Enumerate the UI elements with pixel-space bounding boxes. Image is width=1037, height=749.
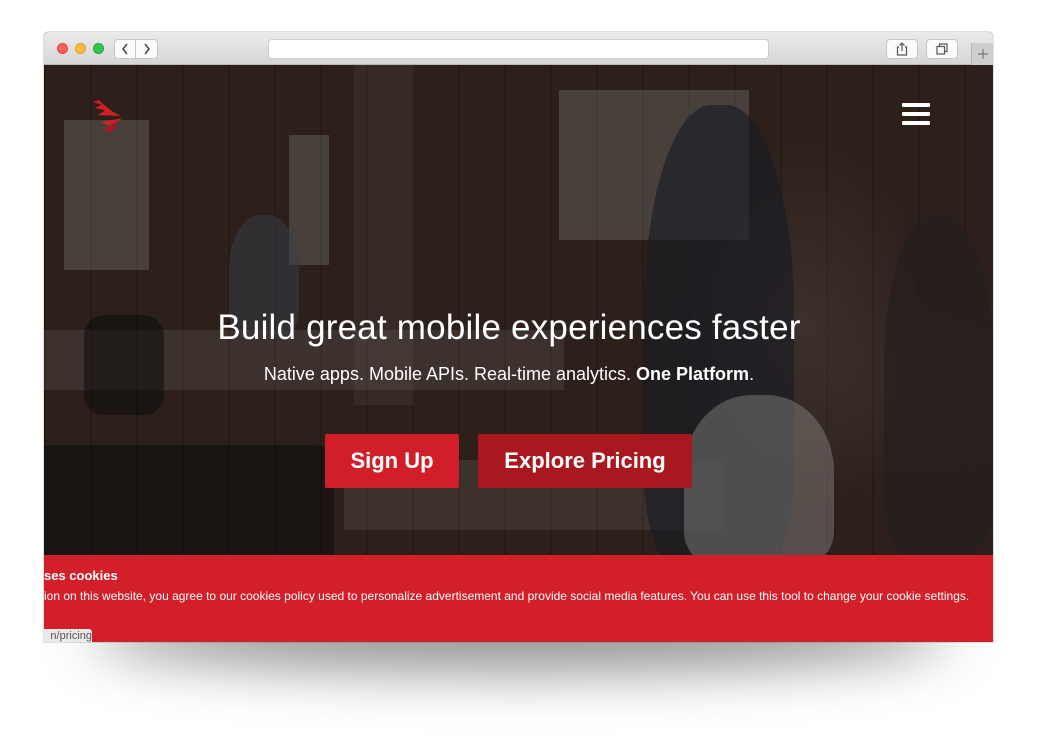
page-viewport: Build great mobile experiences faster Na… <box>44 65 993 642</box>
explore-pricing-button[interactable]: Explore Pricing <box>478 434 692 488</box>
hamburger-menu-icon <box>902 103 930 107</box>
close-window-button[interactable] <box>57 43 68 54</box>
cookie-banner: ses cookies ion on this website, you agr… <box>44 555 993 642</box>
sign-up-button[interactable]: Sign Up <box>325 434 459 488</box>
hamburger-menu-button[interactable] <box>902 103 930 127</box>
back-button[interactable] <box>114 39 136 59</box>
hero-subheadline-text: Native apps. Mobile APIs. Real-time anal… <box>263 364 637 384</box>
brand-logo[interactable] <box>91 98 127 137</box>
hero-headline: Build great mobile experiences faster <box>217 308 801 347</box>
tabs-icon <box>936 43 948 55</box>
share-icon <box>896 42 908 56</box>
chevron-left-icon <box>122 43 128 55</box>
hero-subheadline-bold: One Platform <box>636 364 750 384</box>
hero-subheadline: Native apps. Mobile APIs. Real-time anal… <box>44 364 974 385</box>
browser-toolbar <box>44 32 993 65</box>
browser-window: Build great mobile experiences faster Na… <box>44 32 993 642</box>
plus-icon <box>977 49 988 59</box>
minimize-window-button[interactable] <box>75 43 86 54</box>
chevron-right-icon <box>143 43 150 55</box>
new-tab-button[interactable] <box>971 43 993 65</box>
zoom-window-button[interactable] <box>93 43 104 54</box>
address-bar[interactable] <box>268 39 769 59</box>
status-bar-url: n/pricing <box>44 629 92 642</box>
show-tabs-button[interactable] <box>926 39 958 59</box>
brand-logo-icon <box>93 100 123 132</box>
screenshot-stage: Build great mobile experiences faster Na… <box>0 0 1037 749</box>
hero-subheadline-end: . <box>749 364 755 384</box>
share-button[interactable] <box>886 39 918 59</box>
cookie-banner-text: ion on this website, you agree to our co… <box>44 589 970 603</box>
forward-button[interactable] <box>136 39 158 59</box>
cookie-banner-title: ses cookies <box>44 568 118 583</box>
hamburger-menu-icon-bar <box>902 112 930 116</box>
hamburger-menu-icon-bar <box>902 121 930 125</box>
